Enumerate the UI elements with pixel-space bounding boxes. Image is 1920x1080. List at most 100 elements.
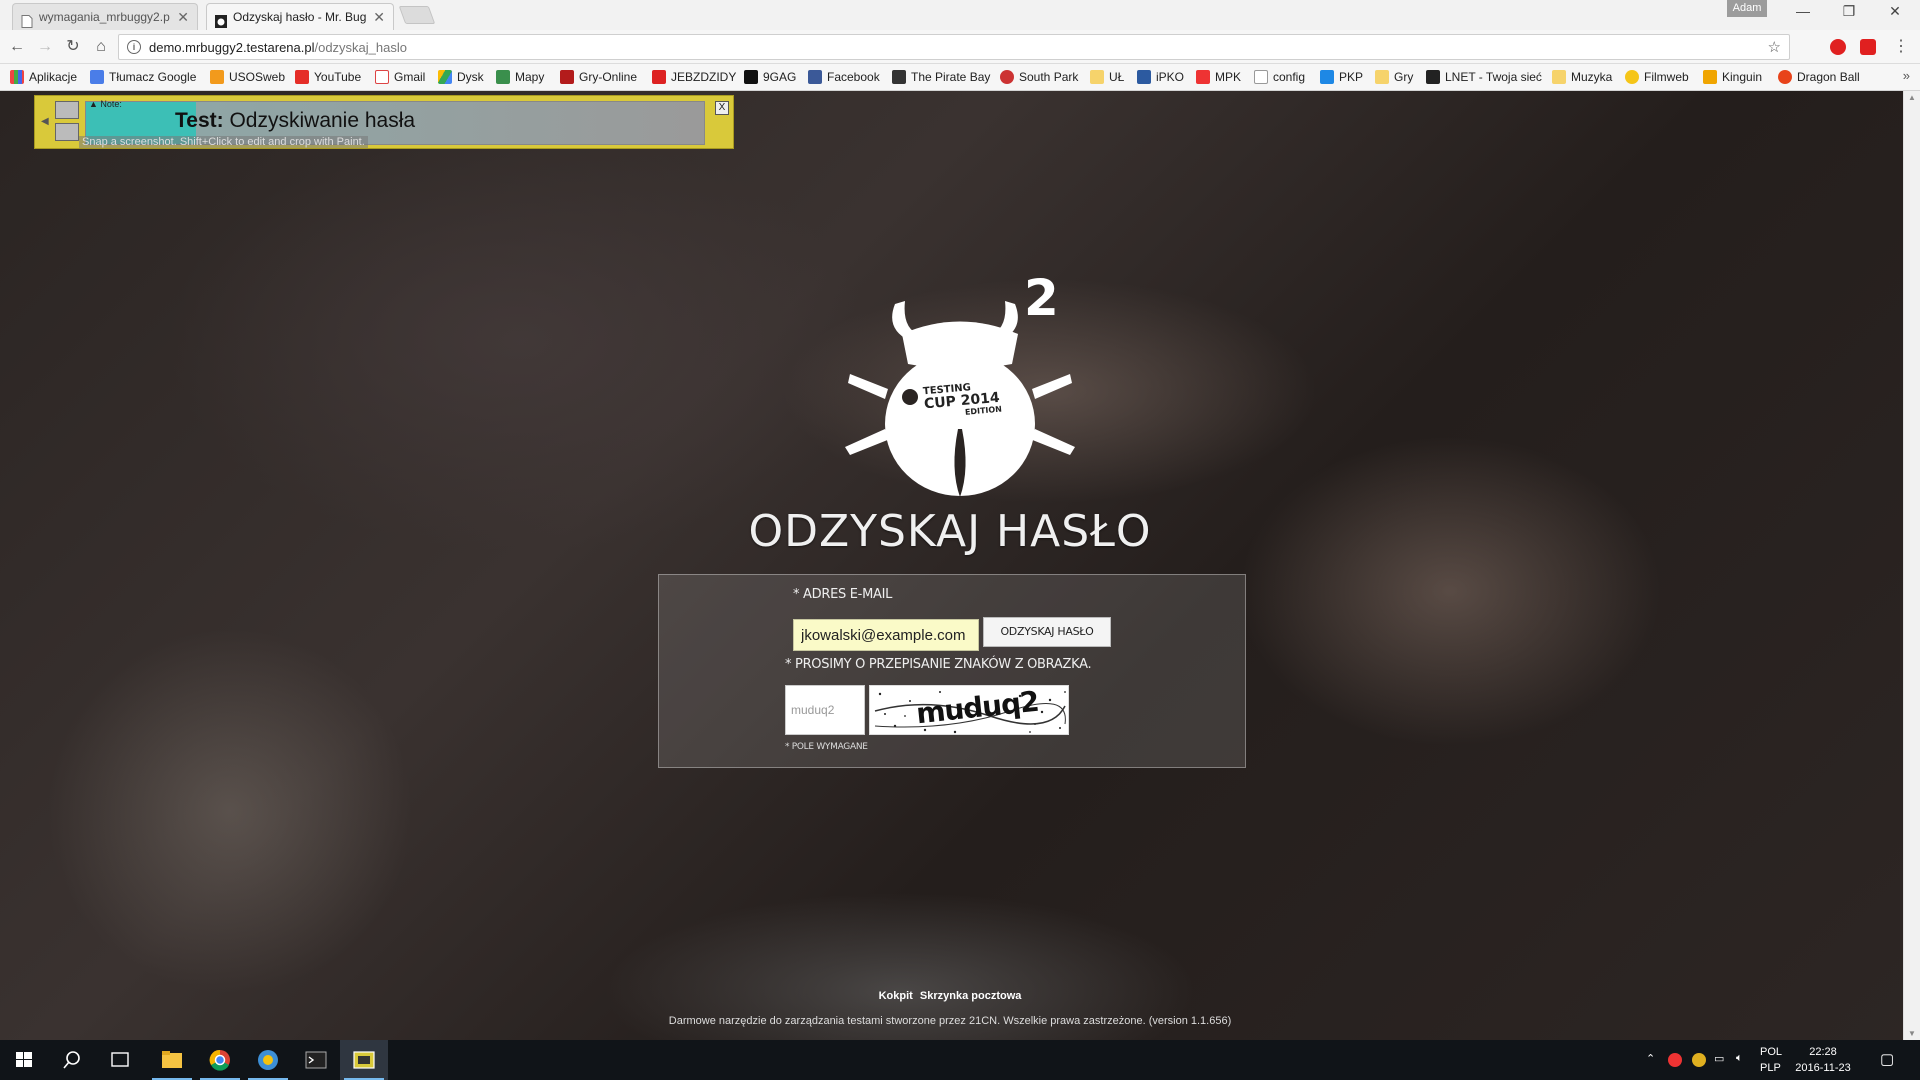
tray-antivirus-icon[interactable] (1668, 1053, 1682, 1067)
address-bar[interactable]: i demo.mrbuggy2.testarena.pl/odzyskaj_ha… (118, 34, 1790, 60)
language-code: POL (1760, 1046, 1783, 1058)
mpk-icon (1196, 70, 1210, 84)
bookmark-label: Mapy (515, 70, 545, 84)
edit-icon[interactable] (55, 123, 79, 141)
bookmark-pkp[interactable]: PKP (1320, 69, 1363, 85)
search-button[interactable] (48, 1040, 96, 1080)
notifications-icon[interactable]: ▢ (1880, 1050, 1894, 1068)
taskbar-chrome[interactable] (196, 1040, 244, 1080)
close-note-button[interactable]: X (715, 101, 729, 115)
language-indicator[interactable]: POL PLP (1760, 1044, 1782, 1076)
bookmark-gry-online[interactable]: Gry-Online (560, 69, 637, 85)
bookmark-label: South Park (1019, 70, 1079, 84)
bookmark-label: iPKO (1156, 70, 1185, 84)
bookmark-config[interactable]: config (1254, 69, 1305, 85)
bookmark-label: JEBZDZIDY (671, 70, 737, 84)
start-button[interactable] (0, 1040, 48, 1080)
scroll-up-icon[interactable]: ▲ (1908, 93, 1916, 102)
new-tab-button[interactable] (398, 6, 436, 24)
bookmark-label: Tłumacz Google (109, 70, 197, 84)
task-view-button[interactable] (96, 1040, 144, 1080)
tab-odzyskaj-haslo[interactable]: Odzyskaj hasło - Mr. Bug ✕ (206, 3, 394, 30)
tab-wymagania[interactable]: wymagania_mrbuggy2.p ✕ (12, 3, 198, 30)
home-icon[interactable]: ⌂ (90, 36, 112, 58)
bookmark-filmweb[interactable]: Filmweb (1625, 69, 1689, 85)
menu-icon[interactable]: ⋮ (1890, 36, 1912, 58)
minimize-icon[interactable]: — (1780, 3, 1826, 19)
forward-icon[interactable]: → (34, 36, 56, 58)
bookmark-kinguin[interactable]: Kinguin (1703, 69, 1762, 85)
tab-title: wymagania_mrbuggy2.p (39, 10, 170, 24)
taskbar-app[interactable] (244, 1040, 292, 1080)
drive-icon (438, 70, 452, 84)
bookmark-facebook[interactable]: Facebook (808, 69, 880, 85)
email-field[interactable] (793, 619, 979, 651)
close-tab-icon[interactable]: ✕ (177, 4, 189, 30)
url-text[interactable]: demo.mrbuggy2.testarena.pl/odzyskaj_hasl… (149, 40, 407, 55)
volume-icon[interactable]: 🔈︎ (1736, 1052, 1743, 1065)
taskbar-screenshot-tool[interactable] (340, 1040, 388, 1080)
scroll-down-icon[interactable]: ▼ (1908, 1029, 1916, 1038)
tray-app-icon[interactable] (1692, 1053, 1706, 1067)
bookmark-jebzdzidy[interactable]: JEBZDZIDY (652, 69, 736, 85)
bookmark-dragonball[interactable]: Dragon Ball (1778, 69, 1860, 85)
network-icon[interactable]: ▭ (1714, 1052, 1724, 1065)
apps-icon (10, 70, 24, 84)
chevron-more-icon[interactable]: » (1903, 68, 1910, 83)
bookmark-ipko[interactable]: iPKO (1137, 69, 1184, 85)
captcha-label: * PROSIMY O PRZEPISANIE ZNAKÓW Z OBRAZKA… (785, 657, 1092, 672)
system-clock[interactable]: 22:28 2016-11-23 (1793, 1044, 1853, 1076)
bookmark-aplikacje[interactable]: Aplikacje (10, 69, 77, 85)
required-field-note: * POLE WYMAGANE (785, 742, 868, 752)
collapse-arrow-icon[interactable]: ◀ (41, 116, 49, 127)
bookmark-label: Dysk (457, 70, 484, 84)
logo-badge: TESTING CUP 2014 EDITION (923, 381, 1003, 422)
taskbar-terminal[interactable] (292, 1040, 340, 1080)
bookmark-ul[interactable]: UŁ (1090, 69, 1124, 85)
bookmark-dysk[interactable]: Dysk (438, 69, 484, 85)
bookmark-label: UŁ (1109, 70, 1125, 84)
bookmark-muzyka[interactable]: Muzyka (1552, 69, 1612, 85)
footer-link-skrzynka[interactable]: Skrzynka pocztowa (920, 990, 1021, 1002)
tray-chevron-icon[interactable]: ⌃ (1646, 1052, 1655, 1065)
footer-copyright: Darmowe narzędzie do zarządzania testami… (668, 1015, 1232, 1027)
bookmark-gry[interactable]: Gry (1375, 69, 1413, 85)
close-tab-icon[interactable]: ✕ (373, 4, 385, 30)
note-text[interactable]: Test: Odzyskiwanie hasła (175, 109, 415, 133)
bookmark-piratebay[interactable]: The Pirate Bay (892, 69, 990, 85)
captcha-field[interactable] (785, 685, 865, 735)
info-icon[interactable]: i (127, 40, 141, 54)
bookmark-gmail[interactable]: Gmail (375, 69, 425, 85)
bookmark-southpark[interactable]: South Park (1000, 69, 1078, 85)
page-scrollbar[interactable]: ▲ ▼ (1903, 91, 1920, 1040)
9gag-icon (744, 70, 758, 84)
bookmark-mapy[interactable]: Mapy (496, 69, 544, 85)
camera-icon[interactable] (55, 101, 79, 119)
restore-icon[interactable]: ❐ (1826, 3, 1872, 20)
footer-link-kokpit[interactable]: Kokpit (879, 990, 913, 1002)
reload-icon[interactable]: ↻ (62, 36, 84, 58)
bookmark-9gag[interactable]: 9GAG (744, 69, 796, 85)
bookmark-star-icon[interactable]: ☆ (1768, 38, 1781, 56)
lnet-icon (1426, 70, 1440, 84)
folder-icon (162, 1051, 182, 1068)
youtube-extension-icon[interactable] (1860, 39, 1876, 55)
gmail-icon (375, 70, 389, 84)
bookmark-youtube[interactable]: YouTube (295, 69, 361, 85)
search-icon (63, 1051, 80, 1069)
opera-extension-icon[interactable] (1830, 39, 1846, 55)
close-window-icon[interactable]: ✕ (1872, 3, 1918, 20)
back-icon[interactable]: ← (6, 36, 28, 58)
chrome-icon (209, 1049, 230, 1071)
bookmark-label: 9GAG (763, 70, 797, 84)
facebook-icon (808, 70, 822, 84)
bookmark-usosweb[interactable]: USOSweb (210, 69, 285, 85)
taskbar-file-explorer[interactable] (148, 1040, 196, 1080)
profile-badge[interactable]: Adam (1727, 0, 1767, 17)
bookmark-tlumacz[interactable]: Tłumacz Google (90, 69, 196, 85)
bookmark-mpk[interactable]: MPK (1196, 69, 1241, 85)
bookmark-lnet[interactable]: LNET - Twoja sieć (1426, 69, 1542, 85)
recover-password-button[interactable]: ODZYSKAJ HASŁO (983, 617, 1111, 647)
note-label: ▲ Note: (89, 99, 122, 109)
train-icon (1320, 70, 1334, 84)
